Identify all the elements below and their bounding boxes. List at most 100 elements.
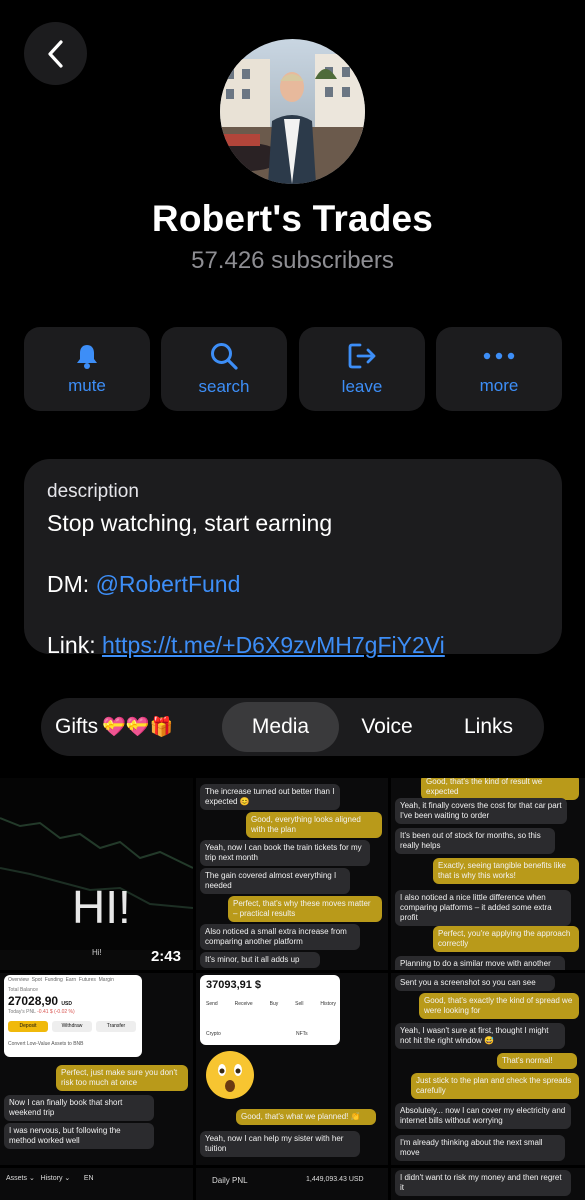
media-chat-cell[interactable]: Good, that's the kind of result we expec…: [391, 778, 585, 970]
exchange-deposit-button: Deposit: [8, 1021, 48, 1032]
chat-message: Now I can finally book that short weeken…: [4, 1095, 154, 1121]
more-label: more: [479, 376, 519, 395]
tab-media[interactable]: Media: [222, 702, 339, 752]
chat-message: That's normal!: [497, 1053, 577, 1069]
exchange-pnl-label: Today's PNL: [8, 1009, 36, 1015]
search-icon: [211, 343, 238, 370]
chat-message: Good, that's the kind of result we expec…: [421, 778, 579, 800]
avatar[interactable]: [220, 39, 365, 184]
tab-gifts[interactable]: Gifts 💝💝🎁: [55, 698, 225, 756]
dm-handle-link[interactable]: @RobertFund: [96, 571, 241, 597]
gift-emoji-icon: 💝💝🎁: [102, 717, 174, 738]
chat-message: Perfect, that's why these moves matter –…: [228, 896, 382, 922]
media-partial-cell[interactable]: Assets ⌄ History ⌄ EN: [0, 1168, 193, 1200]
chat-message: Sent you a screenshot so you can see: [395, 975, 555, 991]
video-thumbnail: [0, 817, 193, 970]
chat-message: Perfect, you're applying the approach co…: [433, 926, 579, 952]
video-overlay-text: HI!: [72, 881, 131, 933]
exchange-screenshot: Overview Spot Funding Earn Futures Margi…: [4, 975, 142, 1057]
exchange-tab: Futures: [78, 977, 96, 983]
dm-label: DM:: [47, 571, 96, 597]
mute-label: mute: [68, 376, 106, 395]
exchange-tab: Margin: [98, 977, 114, 983]
chat-message: Good, everything looks aligned with the …: [246, 812, 382, 838]
more-dots-icon: [483, 352, 515, 360]
chat-message: Planning to do a similar move with anoth…: [395, 956, 565, 970]
exchange-balance-label: Total Balance: [8, 987, 39, 993]
exchange-pnl: Today's PNL -0.41 $ (-0.02 %): [8, 1009, 75, 1015]
leave-button[interactable]: leave: [299, 327, 425, 411]
subscriber-count: 57.426 subscribers: [191, 247, 394, 274]
avatar-photo: [220, 39, 365, 184]
chat-message: Perfect, just make sure you don't risk t…: [56, 1065, 188, 1091]
exchange-tab: Earn: [65, 977, 77, 983]
leave-icon: [348, 343, 376, 369]
link-label: Link:: [47, 632, 102, 658]
daily-pnl-value: 1,449,093.43 USD: [306, 1176, 364, 1183]
chat-message: Exactly, seeing tangible benefits like t…: [433, 858, 579, 884]
chat-message: Also noticed a small extra increase from…: [200, 924, 360, 950]
wallet-tab: NFTs: [296, 1031, 308, 1037]
partial-nav-item: EN: [83, 1175, 94, 1182]
partial-nav-item: History: [40, 1175, 63, 1182]
media-tab-bar: Gifts 💝💝🎁 Media Voice Links: [41, 698, 544, 756]
description-label: description: [47, 481, 139, 502]
exchange-convert-note: Convert Low-Value Assets to BNB: [8, 1041, 84, 1047]
wallet-tab: Crypto: [206, 1031, 221, 1037]
media-partial-cell[interactable]: Daily PNL 1,449,093.43 USD: [196, 1168, 388, 1200]
wallet-actions: Send Receive Buy Sell History: [206, 1001, 336, 1007]
partial-nav-item: Assets: [6, 1175, 28, 1182]
mute-button[interactable]: mute: [24, 327, 150, 411]
chat-message: The gain covered almost everything I nee…: [200, 868, 350, 894]
back-button[interactable]: [24, 22, 87, 85]
media-wallet-cell[interactable]: 37093,91 $ Send Receive Buy Sell History…: [196, 973, 388, 1165]
media-video-cell[interactable]: HI! Hi! 2:43: [0, 778, 193, 970]
chat-message: It's minor, but it all adds up: [200, 952, 320, 968]
chat-message: The increase turned out better than I ex…: [200, 784, 340, 810]
more-button[interactable]: more: [436, 327, 562, 411]
chat-message: Just stick to the plan and check the spr…: [411, 1073, 579, 1099]
exchange-tabs: Overview Spot Funding Earn Futures Margi…: [8, 977, 114, 983]
description-text: Stop watching, start earning: [47, 510, 333, 536]
search-label: search: [198, 377, 250, 396]
wallet-action: Sell: [295, 1001, 304, 1007]
chat-message: I didn't want to risk my money and then …: [395, 1170, 571, 1196]
search-button[interactable]: search: [161, 327, 287, 411]
chat-message: I'm already thinking about the next smal…: [395, 1135, 565, 1161]
dm-line: DM: @RobertFund: [47, 571, 539, 598]
wallet-action: Buy: [269, 1001, 279, 1007]
media-chat-cell[interactable]: The increase turned out better than I ex…: [196, 778, 388, 970]
tab-links[interactable]: Links: [446, 698, 531, 756]
chat-message: I was nervous, but following the method …: [4, 1123, 154, 1149]
tab-gifts-label: Gifts: [55, 715, 99, 738]
chat-message: I also noticed a nice little difference …: [395, 890, 571, 926]
exchange-tab: Spot: [31, 977, 42, 983]
partial-nav: Assets ⌄ History ⌄ EN: [6, 1175, 94, 1182]
chat-message: Yeah, now I can help my sister with her …: [200, 1131, 360, 1157]
invite-line: Link: https://t.me/+D6X9zvMH7gFiY2Vi: [47, 632, 539, 659]
chat-message: Yeah, now I can book the train tickets f…: [200, 840, 370, 866]
chat-message: Good, that's what we planned! 👏: [236, 1109, 376, 1125]
bell-icon: [77, 345, 97, 369]
exchange-balance-value: 27028,90: [8, 994, 59, 1008]
invite-link[interactable]: https://t.me/+D6X9zvMH7gFiY2Vi: [102, 632, 445, 658]
exchange-tab: Overview: [8, 977, 29, 983]
chat-message: Yeah, I wasn't sure at first, thought I …: [395, 1023, 565, 1049]
exchange-transfer-button: Transfer: [96, 1021, 136, 1032]
wallet-screenshot: 37093,91 $ Send Receive Buy Sell History…: [200, 975, 340, 1045]
daily-pnl-label: Daily PNL: [212, 1176, 248, 1185]
tab-voice[interactable]: Voice: [346, 698, 428, 756]
media-partial-cell[interactable]: I didn't want to risk my money and then …: [391, 1168, 585, 1200]
chat-message: Good, that's exactly the kind of spread …: [419, 993, 579, 1019]
media-exchange-cell[interactable]: Overview Spot Funding Earn Futures Margi…: [0, 973, 193, 1165]
video-caption: Hi!: [92, 948, 102, 957]
chat-message: Yeah, it finally covers the cost for tha…: [395, 798, 567, 824]
media-chat-cell[interactable]: Sent you a screenshot so you can see Goo…: [391, 973, 585, 1165]
description-card: description Stop watching, start earning…: [24, 459, 562, 658]
wallet-action: History: [320, 1001, 336, 1007]
leave-label: leave: [341, 377, 383, 396]
exchange-withdraw-button: Withdraw: [52, 1021, 92, 1032]
surprised-emoji-icon: [206, 1051, 254, 1099]
exchange-balance-unit: USD: [61, 1001, 72, 1007]
chat-message: It's been out of stock for months, so th…: [395, 828, 555, 854]
